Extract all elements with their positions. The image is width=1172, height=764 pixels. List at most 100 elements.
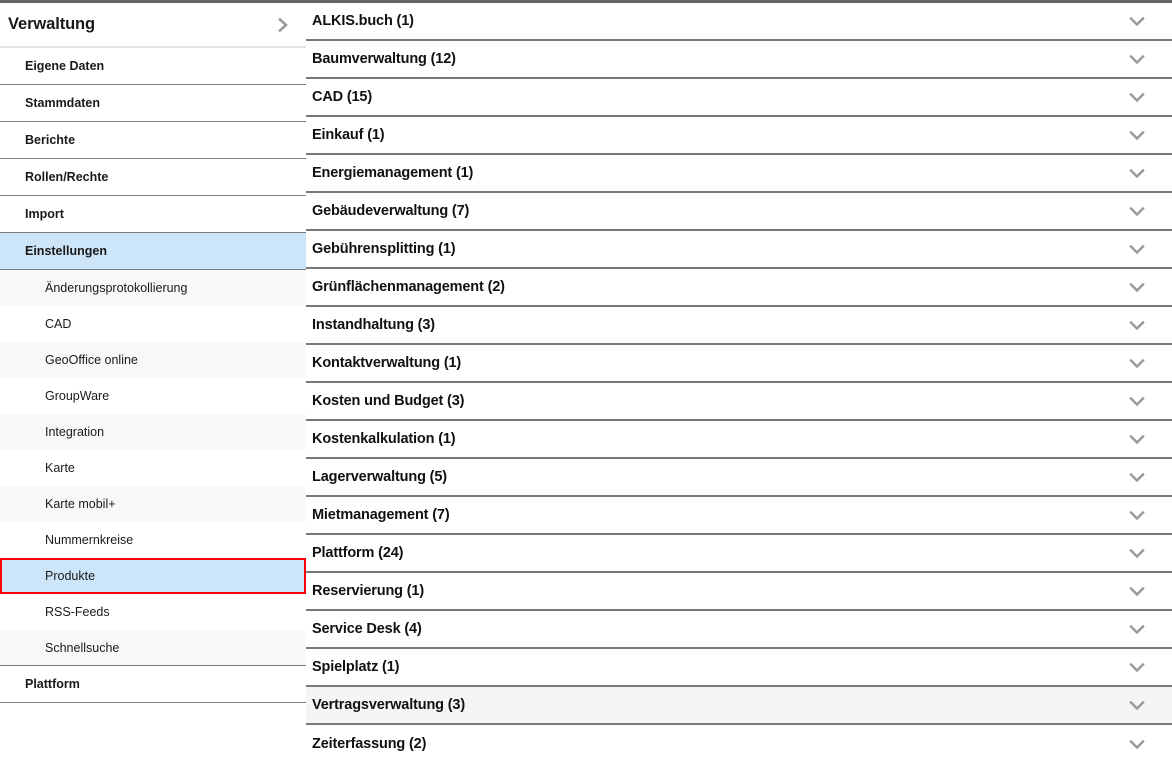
accordion-row-label: Vertragsverwaltung (3) [312,697,1126,713]
accordion-row[interactable]: Vertragsverwaltung (3) [306,687,1172,725]
accordion-row[interactable]: ALKIS.buch (1) [306,3,1172,41]
accordion-row-label: Grünflächenmanagement (2) [312,279,1126,295]
chevron-down-icon[interactable] [1126,504,1148,526]
sidebar-header[interactable]: Verwaltung [0,0,306,48]
accordion-row[interactable]: Reservierung (1) [306,573,1172,611]
chevron-down-icon[interactable] [1126,466,1148,488]
sidebar-subitem-label: CAD [45,317,71,331]
sidebar-subitem-label: GroupWare [45,389,109,403]
sidebar-item-plattform[interactable]: Plattform [0,666,306,703]
accordion-row[interactable]: Kosten und Budget (3) [306,383,1172,421]
accordion-row-label: Gebäudeverwaltung (7) [312,203,1126,219]
chevron-down-icon[interactable] [1126,200,1148,222]
sidebar-navigation: Verwaltung Eigene Daten Stammdaten Bericht… [0,0,306,764]
sidebar-item-berichte[interactable]: Berichte [0,122,306,159]
sidebar-subitem-label: Karte mobil+ [45,497,116,511]
product-accordion-list: ALKIS.buch (1) Baumverwaltung (12) CAD (15… [306,0,1172,764]
accordion-row[interactable]: Mietmanagement (7) [306,497,1172,535]
chevron-down-icon[interactable] [1126,694,1148,716]
sidebar-subitem-label: Schnellsuche [45,641,119,655]
sidebar-item-eigene-daten[interactable]: Eigene Daten [0,48,306,85]
sidebar-subitem-label: Produkte [45,569,95,583]
sidebar-header-title: Verwaltung [8,15,274,34]
sidebar-subitem-produkte[interactable]: Produkte [0,558,306,594]
chevron-down-icon[interactable] [1126,314,1148,336]
chevron-down-icon[interactable] [1126,733,1148,755]
sidebar-subitem-groupware[interactable]: GroupWare [0,378,306,414]
sidebar-item-label: Berichte [25,133,75,147]
sidebar-item-label: Einstellungen [25,244,107,258]
accordion-row-label: Instandhaltung (3) [312,317,1126,333]
accordion-row-label: Zeiterfassung (2) [312,736,1126,752]
sidebar-subitem-integration[interactable]: Integration [0,414,306,450]
sidebar-subitem-rss-feeds[interactable]: RSS-Feeds [0,594,306,630]
sidebar-item-rollen-rechte[interactable]: Rollen/Rechte [0,159,306,196]
sidebar-subitem-label: Karte [45,461,75,475]
sidebar-subitem-schnellsuche[interactable]: Schnellsuche [0,630,306,666]
sidebar-item-label: Eigene Daten [25,59,104,73]
sidebar-item-import[interactable]: Import [0,196,306,233]
accordion-row[interactable]: Lagerverwaltung (5) [306,459,1172,497]
accordion-row[interactable]: Instandhaltung (3) [306,307,1172,345]
chevron-down-icon[interactable] [1126,238,1148,260]
accordion-row-label: Einkauf (1) [312,127,1126,143]
sidebar-subitem-label: Integration [45,425,104,439]
accordion-row-label: Baumverwaltung (12) [312,51,1126,67]
chevron-down-icon[interactable] [1126,276,1148,298]
sidebar-subitem-cad[interactable]: CAD [0,306,306,342]
accordion-row[interactable]: CAD (15) [306,79,1172,117]
accordion-row-label: Lagerverwaltung (5) [312,469,1126,485]
accordion-row-label: Reservierung (1) [312,583,1126,599]
accordion-row[interactable]: Baumverwaltung (12) [306,41,1172,79]
chevron-down-icon[interactable] [1126,10,1148,32]
accordion-row-label: Energiemanagement (1) [312,165,1126,181]
chevron-down-icon[interactable] [1126,390,1148,412]
sidebar-footer-items: Plattform [0,666,306,703]
sidebar-subitem-nummernkreise[interactable]: Nummernkreise [0,522,306,558]
sidebar-item-label: Import [25,207,64,221]
sidebar-subitem-änderungsprotokollierung[interactable]: Änderungsprotokollierung [0,270,306,306]
sidebar-subitem-label: Nummernkreise [45,533,133,547]
accordion-row[interactable]: Spielplatz (1) [306,649,1172,687]
accordion-row[interactable]: Kontaktverwaltung (1) [306,345,1172,383]
accordion-row[interactable]: Gebührensplitting (1) [306,231,1172,269]
accordion-row-label: Spielplatz (1) [312,659,1126,675]
sidebar-subitem-geooffice-online[interactable]: GeoOffice online [0,342,306,378]
chevron-down-icon[interactable] [1126,428,1148,450]
accordion-row-label: Kostenkalkulation (1) [312,431,1126,447]
accordion-row[interactable]: Kostenkalkulation (1) [306,421,1172,459]
accordion-row[interactable]: Plattform (24) [306,535,1172,573]
sidebar-top-items: Eigene Daten Stammdaten Berichte Rollen/Rec… [0,48,306,270]
accordion-row[interactable]: Grünflächenmanagement (2) [306,269,1172,307]
chevron-down-icon[interactable] [1126,580,1148,602]
chevron-down-icon[interactable] [1126,48,1148,70]
sidebar-subitem-karte[interactable]: Karte [0,450,306,486]
sidebar-item-stammdaten[interactable]: Stammdaten [0,85,306,122]
accordion-rows: ALKIS.buch (1) Baumverwaltung (12) CAD (15… [306,3,1172,763]
sidebar-subitem-label: RSS-Feeds [45,605,110,619]
chevron-right-icon[interactable] [274,16,292,34]
product-settings-page: Verwaltung Eigene Daten Stammdaten Bericht… [0,0,1172,764]
accordion-row-label: Mietmanagement (7) [312,507,1126,523]
sidebar-item-label: Plattform [25,677,80,691]
accordion-row-label: ALKIS.buch (1) [312,13,1126,29]
chevron-down-icon[interactable] [1126,352,1148,374]
sidebar-item-label: Rollen/Rechte [25,170,108,184]
accordion-row[interactable]: Gebäudeverwaltung (7) [306,193,1172,231]
chevron-down-icon[interactable] [1126,618,1148,640]
sidebar-item-einstellungen[interactable]: Einstellungen [0,233,306,270]
sidebar-subitem-label: Änderungsprotokollierung [45,281,187,295]
accordion-row-label: Gebührensplitting (1) [312,241,1126,257]
chevron-down-icon[interactable] [1126,162,1148,184]
accordion-row[interactable]: Energiemanagement (1) [306,155,1172,193]
chevron-down-icon[interactable] [1126,86,1148,108]
accordion-row-label: CAD (15) [312,89,1126,105]
chevron-down-icon[interactable] [1126,124,1148,146]
accordion-row[interactable]: Service Desk (4) [306,611,1172,649]
chevron-down-icon[interactable] [1126,656,1148,678]
accordion-row[interactable]: Zeiterfassung (2) [306,725,1172,763]
sidebar-sub-items: Änderungsprotokollierung CAD GeoOffice onl… [0,270,306,666]
chevron-down-icon[interactable] [1126,542,1148,564]
accordion-row[interactable]: Einkauf (1) [306,117,1172,155]
sidebar-subitem-karte-mobil+[interactable]: Karte mobil+ [0,486,306,522]
